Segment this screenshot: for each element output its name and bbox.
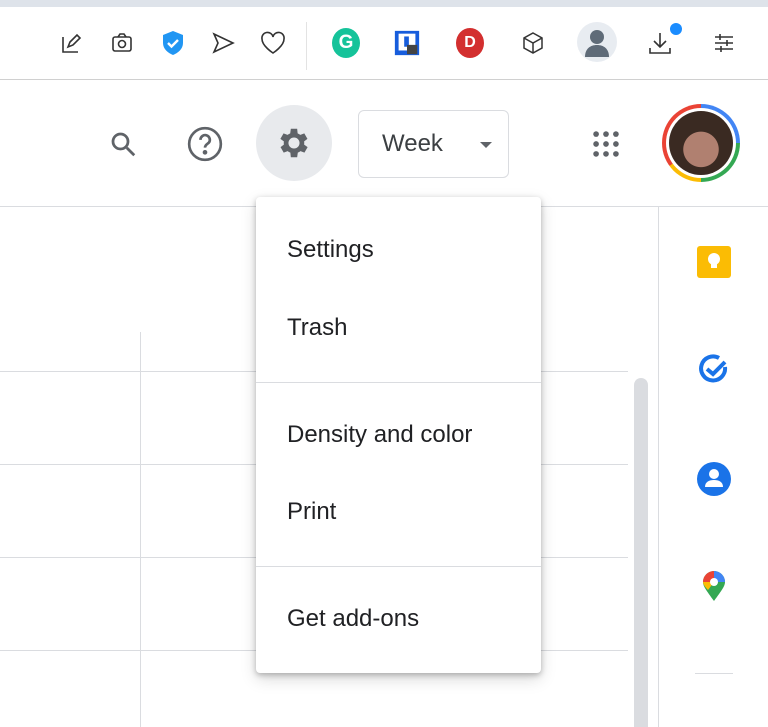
profile-icon[interactable]	[577, 22, 617, 62]
edit-pin-icon[interactable]	[58, 29, 86, 57]
send-icon[interactable]	[209, 29, 237, 57]
scrollbar[interactable]	[634, 378, 648, 727]
menu-item-print[interactable]: Print	[256, 482, 541, 542]
menu-item-density-and-color[interactable]: Density and color	[256, 405, 541, 465]
account-avatar[interactable]	[662, 104, 740, 182]
window-top-strip	[0, 0, 768, 7]
heart-icon[interactable]	[259, 29, 287, 57]
chevron-down-icon	[480, 142, 492, 148]
view-selector-label: Week	[382, 130, 443, 157]
bitwarden-icon[interactable]	[393, 29, 421, 57]
apps-grid-icon	[593, 131, 619, 157]
maps-icon[interactable]	[695, 567, 733, 605]
d-letter: D	[456, 28, 484, 58]
menu-item-settings[interactable]: Settings	[256, 220, 541, 280]
download-badge	[670, 23, 682, 35]
browser-toolbar: G D	[0, 7, 768, 80]
toolbar-divider	[306, 22, 307, 70]
search-button[interactable]	[100, 121, 146, 167]
side-panel	[658, 207, 768, 727]
view-selector[interactable]: Week	[358, 110, 509, 178]
cube-icon[interactable]	[519, 29, 547, 57]
menu-divider	[256, 566, 541, 567]
gear-icon	[280, 128, 308, 158]
menu-item-get-add-ons[interactable]: Get add-ons	[256, 589, 541, 649]
search-icon	[111, 132, 136, 157]
grammarly-icon[interactable]: G	[332, 28, 360, 58]
contacts-icon[interactable]	[695, 460, 733, 498]
settings-menu: Settings Trash Density and color Print G…	[256, 197, 541, 673]
apps-button[interactable]	[584, 122, 628, 166]
menu-item-trash[interactable]: Trash	[256, 298, 541, 358]
side-panel-divider	[695, 673, 733, 674]
d-extension-icon[interactable]: D	[456, 28, 484, 58]
grammarly-letter: G	[332, 28, 360, 58]
help-icon	[187, 126, 223, 162]
grid-column-line	[140, 332, 141, 727]
shield-check-icon[interactable]	[159, 29, 187, 57]
keep-icon[interactable]	[695, 243, 733, 281]
tasks-icon[interactable]	[695, 351, 733, 389]
avatar-photo	[669, 111, 733, 175]
menu-divider	[256, 382, 541, 383]
help-button[interactable]	[182, 121, 228, 167]
sliders-icon[interactable]	[710, 29, 738, 57]
download-icon[interactable]	[646, 23, 682, 57]
settings-button[interactable]	[256, 105, 332, 181]
camera-icon[interactable]	[108, 29, 136, 57]
